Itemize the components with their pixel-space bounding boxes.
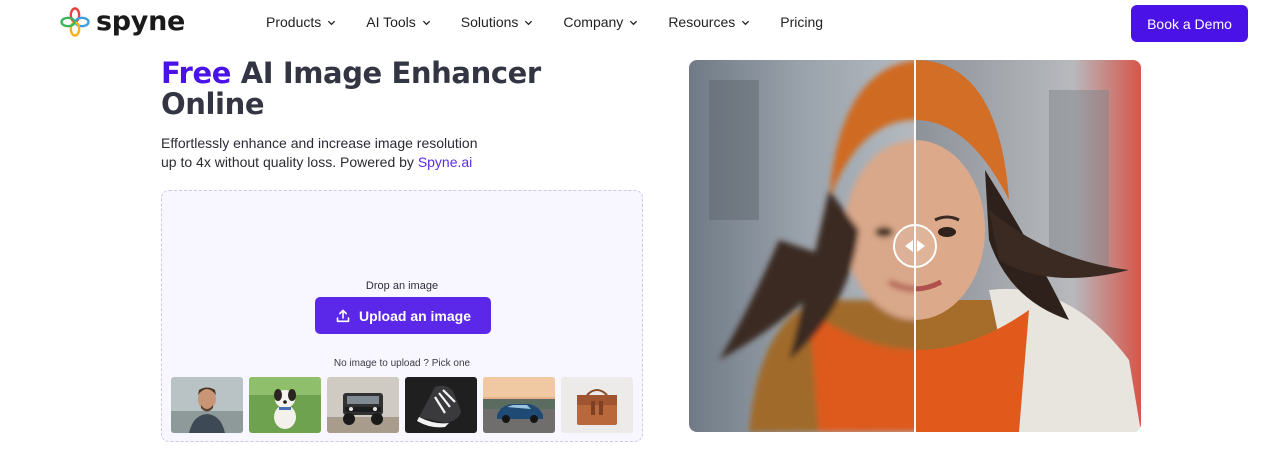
- jeep-thumbnail: [327, 377, 399, 433]
- sample-image-sneaker[interactable]: [405, 377, 477, 433]
- chevron-down-icon: [328, 20, 336, 25]
- sample-image-portrait[interactable]: [171, 377, 243, 433]
- pick-sample-label: No image to upload ? Pick one: [333, 358, 471, 369]
- upload-button-label: Upload an image: [358, 307, 472, 324]
- main-menu: Products AI Tools Solutions Company Reso…: [266, 14, 853, 30]
- nav-item-pricing[interactable]: Pricing: [780, 14, 823, 30]
- nav-item-company[interactable]: Company: [563, 14, 638, 30]
- nav-item-label: Resources: [668, 14, 736, 30]
- upload-image-button[interactable]: Upload an image: [315, 297, 491, 334]
- upload-icon: [336, 309, 350, 322]
- nav-item-resources[interactable]: Resources: [668, 14, 750, 30]
- hero-subtitle: Effortlessly enhance and increase image …: [161, 134, 481, 172]
- nav-item-products[interactable]: Products: [266, 14, 336, 30]
- dog-thumbnail: [249, 377, 321, 433]
- book-demo-button[interactable]: Book a Demo: [1131, 5, 1248, 42]
- image-dropzone[interactable]: Drop an image Upload an image No image t…: [161, 190, 643, 442]
- brand-name: spyne: [96, 6, 186, 37]
- sample-image-car[interactable]: [483, 377, 555, 433]
- nav-item-label: Solutions: [460, 14, 519, 30]
- brand-logo[interactable]: spyne: [60, 6, 185, 37]
- left-right-arrows-icon: [905, 240, 925, 252]
- drop-label: Drop an image: [365, 280, 439, 292]
- title-accent: Free: [161, 56, 231, 90]
- portrait-thumbnail: [171, 377, 243, 433]
- before-after-comparison[interactable]: [689, 60, 1141, 432]
- nav-item-label: Products: [266, 14, 322, 30]
- sample-images: [171, 377, 633, 433]
- chevron-down-icon: [525, 20, 533, 25]
- nav-item-label: Pricing: [780, 14, 824, 30]
- spyne-ai-link[interactable]: Spyne.ai: [418, 154, 472, 170]
- top-navigation: spyne Products AI Tools Solutions Compan…: [0, 0, 1280, 46]
- sneaker-thumbnail: [405, 377, 477, 433]
- sample-image-handbag[interactable]: [561, 377, 633, 433]
- chevron-down-icon: [422, 20, 430, 25]
- nav-item-label: Company: [563, 14, 624, 30]
- sample-image-dog[interactable]: [249, 377, 321, 433]
- nav-item-ai-tools[interactable]: AI Tools: [366, 14, 431, 30]
- handbag-thumbnail: [561, 377, 633, 433]
- comparison-slider-handle[interactable]: [893, 224, 937, 268]
- sample-image-jeep[interactable]: [327, 377, 399, 433]
- nav-item-label: AI Tools: [366, 14, 416, 30]
- chevron-down-icon: [630, 20, 638, 25]
- spyne-logo-icon: [60, 6, 90, 37]
- chevron-down-icon: [742, 20, 750, 25]
- nav-item-solutions[interactable]: Solutions: [461, 14, 534, 30]
- page-title: Free AI Image Enhancer Online: [161, 58, 581, 120]
- car-thumbnail: [483, 377, 555, 433]
